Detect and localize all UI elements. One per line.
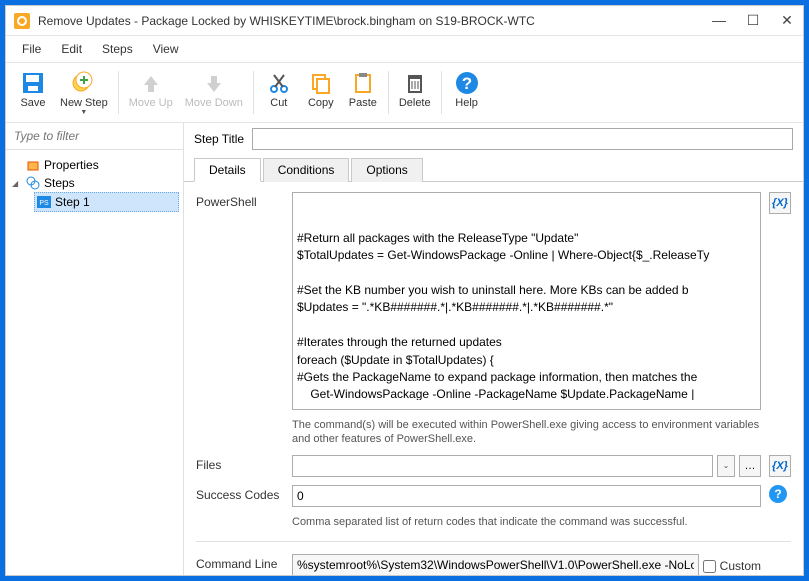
new-step-icon [70,69,98,97]
command-line-input[interactable] [292,554,699,575]
maximize-button[interactable]: ☐ [745,12,761,29]
step-title-input[interactable] [252,128,793,150]
files-label: Files [196,455,284,472]
tree-view: Properties ◢ Steps PS Step 1 [6,150,183,218]
tabs: Details Conditions Options [184,157,803,182]
copy-button[interactable]: Copy [300,67,342,118]
paste-icon [349,69,377,97]
tab-options[interactable]: Options [351,158,422,182]
menu-steps[interactable]: Steps [94,40,141,58]
success-codes-label: Success Codes [196,485,284,502]
powershell-step-icon: PS [37,195,51,209]
tab-conditions[interactable]: Conditions [263,158,350,182]
arrow-up-icon [137,69,165,97]
success-codes-help-text: Comma separated list of return codes tha… [292,515,761,529]
custom-checkbox-wrap[interactable]: Custom [703,556,761,573]
powershell-help-text: The command(s) will be executed within P… [292,418,761,447]
close-button[interactable]: ✕ [779,12,795,29]
arrow-down-icon [200,69,228,97]
application-window: Remove Updates - Package Locked by WHISK… [5,5,804,576]
help-button[interactable]: ? Help [446,67,488,118]
tree-step-1[interactable]: PS Step 1 [34,192,179,212]
new-step-button[interactable]: New Step ▼ [54,67,114,118]
files-input[interactable] [292,455,713,477]
left-panel: Properties ◢ Steps PS Step 1 [6,123,184,575]
cut-button[interactable]: Cut [258,67,300,118]
tree-steps[interactable]: ◢ Steps [10,174,179,192]
toolbar: Save New Step ▼ Move Up Move Down Cut Co… [6,63,803,123]
svg-text:?: ? [461,74,471,93]
save-button[interactable]: Save [12,67,54,118]
paste-button[interactable]: Paste [342,67,384,118]
delete-button[interactable]: Delete [393,67,437,118]
powershell-editor[interactable]: #Return all packages with the ReleaseTyp… [292,192,761,410]
copy-icon [307,69,335,97]
save-icon [19,69,47,97]
powershell-label: PowerShell [196,192,284,209]
svg-text:PS: PS [39,200,49,207]
custom-label: Custom [720,559,761,573]
dropdown-arrow-icon: ▼ [80,109,87,116]
scissors-icon [265,69,293,97]
minimize-button[interactable]: — [711,12,727,29]
command-line-label: Command Line [196,554,284,571]
steps-icon [26,176,40,190]
menu-edit[interactable]: Edit [53,40,90,58]
success-codes-help-icon[interactable]: ? [769,485,787,503]
details-form: PowerShell #Return all packages with the… [184,182,803,575]
help-icon: ? [453,69,481,97]
move-up-button: Move Up [123,67,179,118]
window-title: Remove Updates - Package Locked by WHISK… [38,14,711,28]
tree-properties[interactable]: Properties [10,156,179,174]
files-browse-button[interactable]: … [739,455,761,477]
success-codes-input[interactable] [292,485,761,507]
menu-view[interactable]: View [145,40,187,58]
powershell-code[interactable]: #Return all packages with the ReleaseTyp… [297,230,756,400]
trash-icon [401,69,429,97]
variable-picker-powershell[interactable]: {X} [769,192,791,214]
app-icon [14,13,30,29]
move-down-button: Move Down [179,67,249,118]
variable-picker-files[interactable]: {X} [769,455,791,477]
right-panel: Step Title Details Conditions Options Po… [184,123,803,575]
tab-details[interactable]: Details [194,158,261,182]
custom-checkbox[interactable] [703,560,716,573]
menubar: File Edit Steps View [6,36,803,63]
box-icon [26,158,40,172]
menu-file[interactable]: File [14,40,49,58]
files-dropdown[interactable]: ⌄ [717,455,735,477]
chevron-down-icon: ◢ [12,179,22,188]
step-title-label: Step Title [194,132,244,146]
filter-input[interactable] [6,123,183,150]
titlebar: Remove Updates - Package Locked by WHISK… [6,6,803,36]
